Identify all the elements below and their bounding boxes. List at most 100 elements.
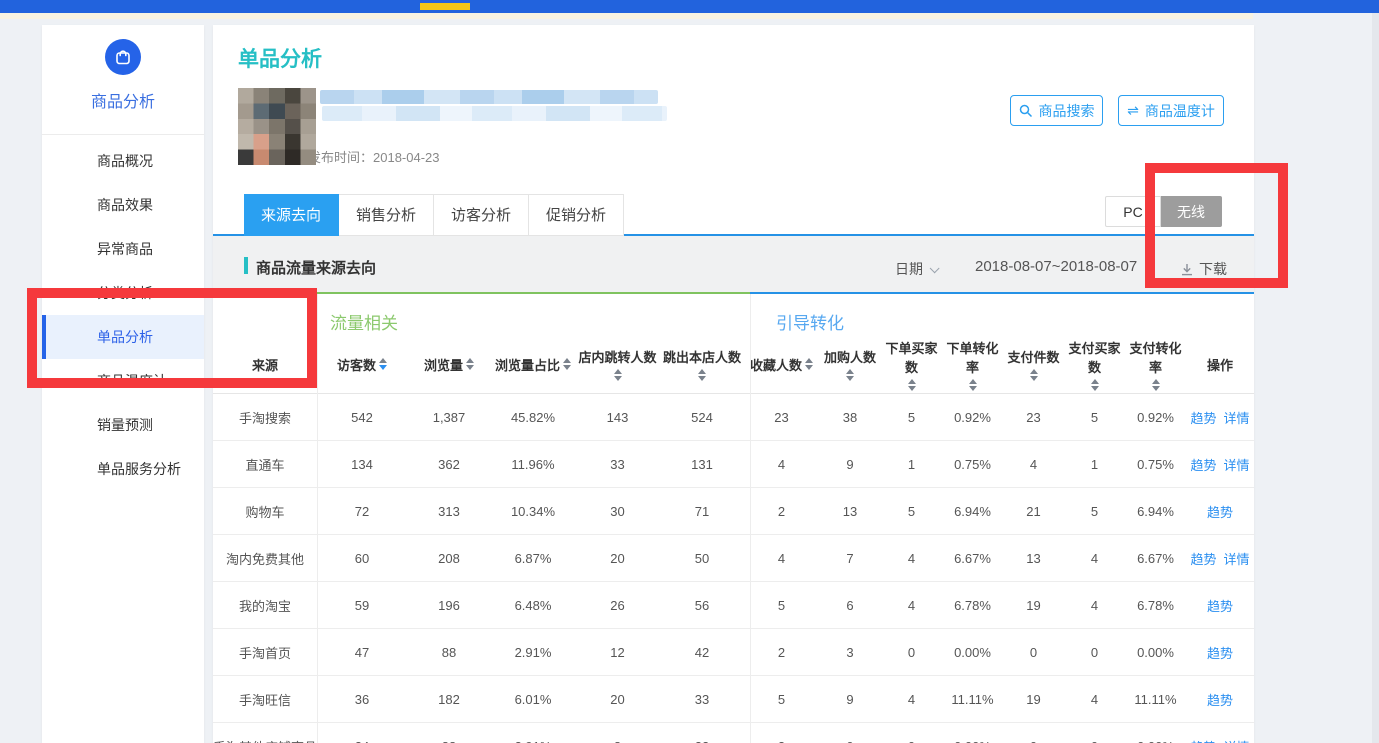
trend-link[interactable]: 趋势 (1207, 690, 1233, 709)
views-share-cell: 2.91% (491, 739, 575, 743)
favorites-cell: 2 (744, 504, 819, 519)
top-navbar (0, 0, 1379, 13)
source-cell: 我的淘宝 (213, 596, 317, 615)
column-header[interactable]: 浏览量占比 (491, 335, 575, 393)
sidebar-title[interactable]: 商品分析 (42, 88, 204, 112)
column-header[interactable]: 下单买家数 (881, 335, 942, 393)
sort-icon[interactable] (379, 358, 387, 370)
views-share-cell: 45.82% (491, 410, 575, 425)
sort-icon[interactable] (969, 379, 977, 391)
tab[interactable]: 销售分析 (339, 194, 434, 236)
cart-adds-cell: 9 (819, 457, 881, 472)
views-share-cell: 6.48% (491, 598, 575, 613)
paid-buyers-cell: 1 (1064, 457, 1125, 472)
order-rate-cell: 0.75% (942, 457, 1003, 472)
trend-link[interactable]: 趋势 (1190, 455, 1216, 474)
sort-icon[interactable] (1030, 369, 1038, 381)
table-row: 手淘首页 47 88 2.91% 12 42 2 3 0 0.00% 0 0 0… (213, 629, 1254, 676)
sort-icon[interactable] (1091, 379, 1099, 391)
column-header[interactable]: 加购人数 (819, 335, 881, 393)
sort-icon[interactable] (1152, 379, 1160, 391)
paid-rate-cell: 0.00% (1125, 739, 1186, 743)
column-header[interactable]: 访客数 (317, 335, 407, 393)
column-header[interactable]: 店内跳转人数 (575, 335, 660, 393)
store-exits-cell: 71 (660, 504, 744, 519)
table-row: 我的淘宝 59 196 6.48% 26 56 5 6 4 6.78% 19 4… (213, 582, 1254, 629)
trend-link[interactable]: 趋势 (1190, 408, 1216, 427)
publish-time: 发布时间：2018-04-23 (308, 147, 440, 166)
actions-column-header: 操作 (1186, 335, 1254, 393)
detail-link[interactable]: 详情 (1224, 408, 1250, 427)
column-header[interactable]: 收藏人数 (744, 335, 819, 393)
sort-icon[interactable] (466, 358, 474, 370)
date-range[interactable]: 2018-08-07~2018-08-07 (975, 258, 1137, 275)
column-divider (317, 294, 318, 743)
product-search-button[interactable]: 商品搜索 (1010, 95, 1103, 126)
tab[interactable]: 访客分析 (434, 194, 529, 236)
views-cell: 208 (407, 551, 491, 566)
cart-adds-cell: 13 (819, 504, 881, 519)
column-header[interactable]: 下单转化率 (942, 335, 1003, 393)
order-buyers-cell: 4 (881, 551, 942, 566)
views-cell: 362 (407, 457, 491, 472)
sidebar-item[interactable]: 异常商品 (42, 227, 204, 271)
table-row: 购物车 72 313 10.34% 30 71 2 13 5 6.94% 21 … (213, 488, 1254, 535)
views-cell: 313 (407, 504, 491, 519)
actions-cell: 趋势 详情 (1186, 737, 1254, 743)
trend-link[interactable]: 趋势 (1207, 596, 1233, 615)
order-buyers-cell: 1 (881, 457, 942, 472)
source-cell: 购物车 (213, 502, 317, 521)
sort-icon[interactable] (846, 369, 854, 381)
paid-items-cell: 21 (1003, 504, 1064, 519)
tab[interactable]: 来源去向 (244, 194, 339, 236)
table-row: 手淘旺信 36 182 6.01% 20 33 5 9 4 11.11% 19 … (213, 676, 1254, 723)
visitors-cell: 60 (317, 551, 407, 566)
cart-adds-cell: 9 (819, 692, 881, 707)
column-header[interactable]: 跳出本店人数 (660, 335, 744, 393)
paid-rate-cell: 11.11% (1125, 692, 1186, 707)
detail-link[interactable]: 详情 (1224, 455, 1250, 474)
visitors-cell: 542 (317, 410, 407, 425)
column-header[interactable]: 支付件数 (1003, 335, 1064, 393)
detail-link[interactable]: 详情 (1224, 737, 1250, 743)
detail-link[interactable]: 详情 (1224, 549, 1250, 568)
table-body: 手淘搜索 542 1,387 45.82% 143 524 23 38 5 0.… (213, 394, 1254, 743)
date-filter-dropdown[interactable]: 日期 (895, 259, 936, 279)
column-header[interactable]: 浏览量 (407, 335, 491, 393)
table-row: 手淘搜索 542 1,387 45.82% 143 524 23 38 5 0.… (213, 394, 1254, 441)
sort-icon[interactable] (614, 369, 622, 381)
paid-rate-cell: 0.75% (1125, 457, 1186, 472)
sort-icon[interactable] (563, 358, 571, 370)
favorites-cell: 5 (744, 598, 819, 613)
paid-buyers-cell: 4 (1064, 598, 1125, 613)
sort-icon[interactable] (805, 358, 813, 370)
sidebar-item[interactable]: 商品效果 (42, 183, 204, 227)
views-share-cell: 2.91% (491, 645, 575, 660)
section-marker (244, 257, 248, 274)
source-cell: 手淘旺信 (213, 690, 317, 709)
trend-link[interactable]: 趋势 (1190, 737, 1216, 743)
sidebar-item[interactable]: 商品概况 (42, 139, 204, 183)
page-title: 单品分析 (238, 43, 322, 73)
store-exits-cell: 33 (660, 692, 744, 707)
sort-icon[interactable] (698, 369, 706, 381)
source-cell: 淘内免费其他 (213, 549, 317, 568)
column-header[interactable]: 支付买家数 (1064, 335, 1125, 393)
paid-items-cell: 0 (1003, 739, 1064, 743)
trend-link[interactable]: 趋势 (1207, 643, 1233, 662)
trend-link[interactable]: 趋势 (1190, 549, 1216, 568)
paid-buyers-cell: 0 (1064, 739, 1125, 743)
cart-adds-cell: 3 (819, 645, 881, 660)
tab[interactable]: 促销分析 (529, 194, 624, 236)
trend-link[interactable]: 趋势 (1207, 502, 1233, 521)
sidebar-item[interactable]: 单品服务分析 (42, 447, 204, 491)
search-icon (1019, 104, 1033, 118)
sort-icon[interactable] (908, 379, 916, 391)
scrollbar[interactable] (1372, 13, 1379, 743)
paid-rate-cell: 6.67% (1125, 551, 1186, 566)
sidebar-item[interactable]: 销量预测 (42, 403, 204, 447)
order-rate-cell: 6.78% (942, 598, 1003, 613)
product-thermometer-button[interactable]: ⇌ 商品温度计 (1118, 95, 1224, 126)
column-header[interactable]: 支付转化率 (1125, 335, 1186, 393)
store-jumps-cell: 30 (575, 504, 660, 519)
